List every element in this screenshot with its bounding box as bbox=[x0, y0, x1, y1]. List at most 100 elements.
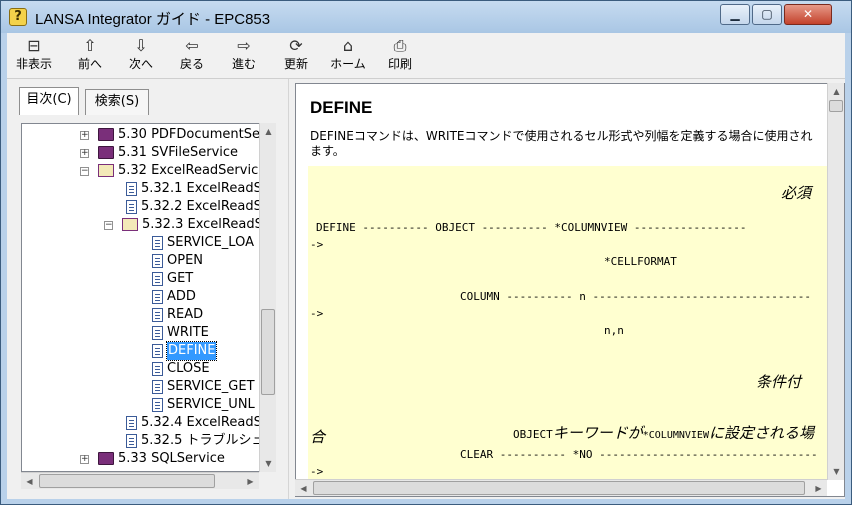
scroll-thumb[interactable] bbox=[313, 481, 805, 495]
syntax-continuation: -> bbox=[310, 465, 324, 478]
tree-item-label: CLOSE bbox=[167, 361, 210, 376]
home-button[interactable]: ⌂ ホーム bbox=[323, 36, 373, 78]
tree-horizontal-scrollbar[interactable]: ◀ ▶ bbox=[21, 472, 259, 489]
contents-tree[interactable]: + 5.30 PDFDocumentSe + 5.31 SVFileServic… bbox=[21, 123, 267, 472]
scroll-thumb[interactable] bbox=[39, 474, 215, 488]
hide-pane-icon: ⊟ bbox=[27, 36, 41, 55]
page-icon bbox=[126, 416, 137, 430]
page-icon bbox=[152, 272, 163, 286]
syntax-line: COLUMN ---------- n --------------------… bbox=[460, 290, 811, 303]
tree-item-label: SERVICE_LOA bbox=[167, 235, 254, 250]
refresh-icon: ⟳ bbox=[289, 36, 303, 55]
tree-item-label: 5.32.4 ExcelReadS bbox=[141, 415, 262, 430]
page-icon bbox=[152, 290, 163, 304]
arrow-up-icon: ⇧ bbox=[83, 36, 97, 55]
page-title: DEFINE bbox=[310, 98, 373, 117]
condition-text: キーワードが bbox=[552, 424, 643, 442]
home-button-label: ホーム bbox=[330, 57, 366, 71]
scroll-left-icon[interactable]: ◀ bbox=[21, 473, 38, 490]
tree-item-label: 5.30 PDFDocumentSe bbox=[118, 127, 261, 142]
syntax-line: *CELLFORMAT bbox=[604, 255, 677, 268]
next-button-label: 次へ bbox=[128, 57, 153, 71]
closed-book-icon bbox=[98, 146, 114, 159]
next-button[interactable]: ⇩ 次へ bbox=[116, 36, 166, 78]
page-icon bbox=[152, 254, 163, 268]
tab-contents[interactable]: 目次(C) bbox=[19, 87, 79, 115]
pane-splitter[interactable] bbox=[288, 79, 294, 499]
refresh-button-label: 更新 bbox=[283, 57, 308, 71]
content-vertical-scrollbar[interactable]: ▲ ▼ bbox=[827, 83, 844, 480]
scroll-down-icon[interactable]: ▼ bbox=[828, 463, 845, 480]
condition-text: 合 bbox=[310, 428, 326, 446]
open-book-icon bbox=[98, 164, 114, 177]
closed-book-icon bbox=[98, 128, 114, 141]
condition-keyword: OBJECT bbox=[512, 428, 553, 441]
home-icon: ⌂ bbox=[342, 36, 354, 55]
minimize-button[interactable]: ▁ bbox=[720, 4, 750, 25]
topic-content: DEFINE DEFINEコマンドは、WRITEコマンドで使用されるセル形式や列… bbox=[295, 83, 845, 497]
topic-description: DEFINEコマンドは、WRITEコマンドで使用されるセル形式や列幅を定義する場… bbox=[310, 129, 813, 158]
hide-button-label: 非表示 bbox=[15, 57, 52, 71]
forward-button[interactable]: ⇨ 進む bbox=[219, 36, 269, 78]
tree-item-label: 5.33 SQLService bbox=[118, 451, 225, 466]
closed-book-icon bbox=[98, 452, 114, 465]
arrow-right-icon: ⇨ bbox=[237, 36, 251, 55]
title-bar[interactable]: ? LANSA Integrator ガイド - EPC853 ▁ ▢ ✕ bbox=[1, 1, 851, 33]
previous-button-label: 前へ bbox=[77, 57, 102, 71]
syntax-diagram: 必須 DEFINE ---------- OBJECT ---------- *… bbox=[308, 166, 832, 480]
condition-text: に設定される場 bbox=[708, 424, 814, 442]
tree-item-label: READ bbox=[167, 307, 204, 322]
tree-item-label: ADD bbox=[167, 289, 196, 304]
scroll-up-icon[interactable]: ▲ bbox=[828, 83, 845, 100]
refresh-button[interactable]: ⟳ 更新 bbox=[271, 36, 321, 78]
syntax-continuation: -> bbox=[310, 238, 324, 251]
page-icon bbox=[152, 398, 163, 412]
page-icon bbox=[126, 434, 137, 448]
expand-icon[interactable]: + bbox=[80, 131, 89, 140]
syntax-line: DEFINE ---------- OBJECT ---------- *COL… bbox=[316, 221, 747, 234]
condition-value: *COLUMNVIEW bbox=[642, 430, 709, 441]
previous-button[interactable]: ⇧ 前へ bbox=[65, 36, 115, 78]
hide-button[interactable]: ⊟ 非表示 bbox=[9, 36, 59, 78]
required-label: 必須 bbox=[781, 184, 812, 202]
scroll-right-icon[interactable]: ▶ bbox=[242, 473, 259, 490]
tree-item-label: 5.32.2 ExcelReadS bbox=[141, 199, 262, 214]
content-horizontal-scrollbar[interactable]: ◀ ▶ bbox=[295, 479, 827, 496]
navigation-pane: 目次(C) 検索(S) + 5.30 PDFDocumentSe + 5.31 … bbox=[13, 86, 281, 496]
scroll-up-icon[interactable]: ▲ bbox=[260, 123, 277, 140]
print-button[interactable]: ⎙ 印刷 bbox=[375, 36, 425, 78]
arrow-down-icon: ⇩ bbox=[134, 36, 148, 55]
window-title: LANSA Integrator ガイド - EPC853 bbox=[35, 11, 271, 28]
syntax-line: CLEAR ---------- *NO -------------------… bbox=[460, 448, 818, 461]
tree-item-label: 5.32 ExcelReadServic bbox=[118, 163, 259, 178]
toolbar: ⊟ 非表示 ⇧ 前へ ⇩ 次へ ⇦ 戻る ⇨ 進む ⟳ 更新 ⌂ ホーム ⎙ 印 bbox=[7, 33, 845, 79]
tree-vertical-scrollbar[interactable]: ▲ ▼ bbox=[259, 123, 276, 472]
tree-item-label: GET bbox=[167, 271, 194, 286]
scroll-left-icon[interactable]: ◀ bbox=[295, 480, 312, 497]
expand-icon[interactable]: + bbox=[80, 455, 89, 464]
syntax-line: n,n bbox=[604, 324, 624, 337]
tree-item-label: 5.31 SVFileService bbox=[118, 145, 239, 160]
tree-item-label: 5.32.1 ExcelReadS bbox=[141, 181, 262, 196]
maximize-button[interactable]: ▢ bbox=[752, 4, 782, 25]
page-icon bbox=[152, 326, 163, 340]
tree-item-label: 5.32.3 ExcelReadS bbox=[142, 217, 263, 232]
collapse-icon[interactable]: − bbox=[104, 221, 113, 230]
tree-item-label: WRITE bbox=[167, 325, 209, 340]
page-icon bbox=[152, 344, 163, 358]
scroll-thumb[interactable] bbox=[829, 100, 843, 112]
tree-item-label: SERVICE_GET bbox=[167, 379, 255, 394]
syntax-continuation: -> bbox=[310, 307, 324, 320]
help-window: ? LANSA Integrator ガイド - EPC853 ▁ ▢ ✕ ⊟ … bbox=[0, 0, 852, 505]
scroll-down-icon[interactable]: ▼ bbox=[260, 455, 277, 472]
page-icon bbox=[126, 200, 137, 214]
collapse-icon[interactable]: − bbox=[80, 167, 89, 176]
scroll-thumb[interactable] bbox=[261, 309, 275, 395]
back-button[interactable]: ⇦ 戻る bbox=[167, 36, 217, 78]
expand-icon[interactable]: + bbox=[80, 149, 89, 158]
page-icon bbox=[126, 182, 137, 196]
tab-search[interactable]: 検索(S) bbox=[85, 89, 149, 115]
close-button[interactable]: ✕ bbox=[784, 4, 832, 25]
page-icon bbox=[152, 380, 163, 394]
scroll-right-icon[interactable]: ▶ bbox=[810, 480, 827, 497]
